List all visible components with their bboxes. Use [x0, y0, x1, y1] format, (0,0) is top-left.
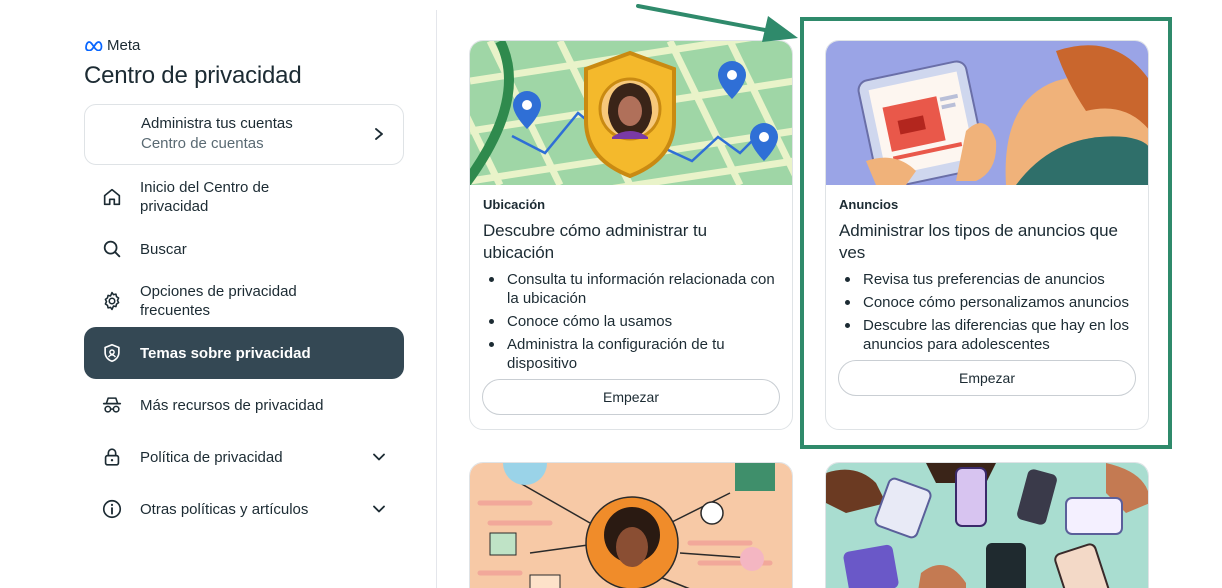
shield-icon: [100, 341, 124, 365]
chevron-down-icon[interactable]: [372, 452, 386, 462]
nav-item-search[interactable]: Buscar: [84, 223, 404, 275]
accounts-center-link[interactable]: Administra tus cuentas Centro de cuentas: [84, 104, 404, 165]
start-button-location[interactable]: Empezar: [482, 379, 780, 415]
lock-icon: [100, 445, 124, 469]
card-bullet: Conoce cómo personalizamos anuncios: [839, 293, 1135, 312]
nav-item-other-policies[interactable]: Otras políticas y artículos: [84, 483, 404, 535]
chevron-right-icon: [375, 128, 383, 140]
meta-logo[interactable]: Meta: [84, 36, 404, 54]
card-title: Administrar los tipos de anuncios que ve…: [839, 221, 1118, 262]
people-illustration: [470, 463, 792, 588]
card-bullet: Administra la configuración de tu dispos…: [483, 335, 779, 373]
nav-item-frequent-options[interactable]: Opciones de privacidad frecuentes: [84, 275, 404, 327]
sidebar-nav: Inicio del Centro de privacidad Buscar O…: [84, 171, 404, 535]
topic-card-ads[interactable]: Anuncios Administrar los tipos de anunci…: [825, 40, 1149, 430]
chevron-down-icon[interactable]: [372, 504, 386, 514]
card-bullet: Conoce cómo la usamos: [483, 312, 779, 331]
info-icon: [100, 497, 124, 521]
home-icon: [100, 185, 124, 209]
ads-illustration: [826, 41, 1148, 185]
sidebar-divider: [436, 10, 437, 588]
nav-item-label: Inicio del Centro de privacidad: [140, 179, 270, 215]
nav-item-label: Temas sobre privacidad: [140, 344, 311, 362]
nav-item-label: Otras políticas y artículos: [140, 500, 309, 518]
topic-card-people[interactable]: [469, 462, 793, 588]
nav-item-label: Más recursos de privacidad: [140, 396, 324, 414]
nav-item-label: Opciones de privacidad frecuentes: [140, 283, 297, 319]
card-bullet: Consulta tu información relacionada con …: [483, 270, 779, 308]
card-bullets: Revisa tus preferencias de anuncios Cono…: [839, 270, 1135, 354]
topic-card-devices[interactable]: [825, 462, 1149, 588]
sidebar: Meta Centro de privacidad Administra tus…: [84, 36, 404, 535]
nav-item-home[interactable]: Inicio del Centro de privacidad: [84, 171, 404, 223]
card-bullet: Descubre las diferencias que hay en los …: [839, 316, 1135, 354]
devices-illustration: [826, 463, 1148, 588]
nav-item-more-resources[interactable]: Más recursos de privacidad: [84, 379, 404, 431]
card-bullet: Revisa tus preferencias de anuncios: [839, 270, 1135, 289]
nav-item-label: Buscar: [140, 240, 187, 258]
nav-item-privacy-policy[interactable]: Política de privacidad: [84, 431, 404, 483]
start-button-ads[interactable]: Empezar: [838, 360, 1136, 396]
card-title: Descubre cómo administrar tu ubicación: [483, 221, 707, 262]
incognito-icon: [100, 393, 124, 417]
meta-infinity-icon: [85, 41, 103, 51]
page-title: Centro de privacidad: [84, 62, 302, 89]
nav-item-privacy-topics[interactable]: Temas sobre privacidad: [84, 327, 404, 379]
card-category: Anuncios: [839, 197, 899, 212]
topic-card-location[interactable]: Ubicación Descubre cómo administrar tu u…: [469, 40, 793, 430]
accounts-center-title: Administra tus cuentas: [141, 115, 293, 132]
card-bullets: Consulta tu información relacionada con …: [483, 270, 779, 373]
nav-item-label: Política de privacidad: [140, 448, 283, 466]
location-illustration: [470, 41, 792, 185]
card-category: Ubicación: [483, 197, 546, 212]
search-icon: [100, 237, 124, 261]
accounts-center-subtitle: Centro de cuentas: [141, 135, 264, 152]
brand-name: Meta: [107, 36, 141, 54]
gear-icon: [100, 289, 124, 313]
